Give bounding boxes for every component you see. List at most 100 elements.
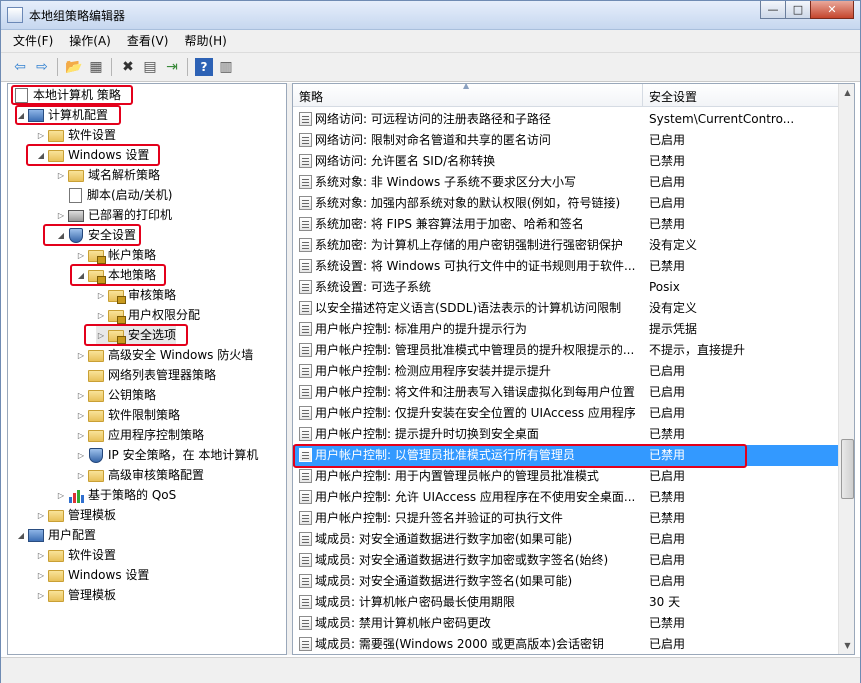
collapsed-triangle-icon[interactable]: ▷ (96, 306, 106, 326)
expanded-triangle-icon[interactable]: ◢ (16, 106, 26, 126)
tree-item-security-settings[interactable]: ◢ 安全设置 (56, 225, 136, 245)
policy-row[interactable]: 系统对象: 非 Windows 子系统不要求区分大小写 已启用 (293, 172, 838, 193)
expanded-triangle-icon[interactable]: ◢ (76, 266, 86, 286)
policy-row[interactable]: 用户帐户控制: 将文件和注册表写入错误虚拟化到每用户位置 已启用 (293, 382, 838, 403)
policy-row[interactable]: 用户帐户控制: 管理员批准模式中管理员的提升权限提示的... 不提示，直接提升 (293, 340, 838, 361)
policy-row[interactable]: 系统对象: 加强内部系统对象的默认权限(例如，符号链接) 已启用 (293, 193, 838, 214)
policy-row[interactable]: 用户帐户控制: 仅提升安装在安全位置的 UIAccess 应用程序 已启用 (293, 403, 838, 424)
policy-row[interactable]: 域成员: 对安全通道数据进行数字加密或数字签名(始终) 已启用 (293, 550, 838, 571)
tree-item-security-options[interactable]: ▷ 安全选项 (96, 325, 177, 346)
collapsed-triangle-icon[interactable]: ▷ (76, 426, 86, 446)
policy-row-selected[interactable]: 用户帐户控制: 以管理员批准模式运行所有管理员 已禁用 (293, 445, 838, 466)
policy-row[interactable]: 用户帐户控制: 只提升签名并验证的可执行文件 已禁用 (293, 508, 838, 529)
scroll-down-icon[interactable]: ▼ (839, 637, 854, 654)
tree-item-account-policies[interactable]: ▷ 帐户策略 (76, 245, 156, 265)
policy-row[interactable]: 用户帐户控制: 用于内置管理员帐户的管理员批准模式 已启用 (293, 466, 838, 487)
menu-file[interactable]: 文件(F) (13, 30, 53, 52)
menu-view[interactable]: 查看(V) (127, 30, 169, 52)
help-icon[interactable]: ? (195, 58, 213, 76)
tree-root[interactable]: 本地计算机 策略 (12, 85, 121, 105)
collapsed-triangle-icon[interactable]: ▷ (36, 546, 46, 566)
collapsed-triangle-icon[interactable]: ▷ (76, 446, 86, 466)
up-level-icon[interactable]: 📂 (65, 58, 83, 76)
policy-row[interactable]: 系统设置: 可选子系统 Posix (293, 277, 838, 298)
collapsed-triangle-icon[interactable]: ▷ (36, 566, 46, 586)
policy-row[interactable]: 用户帐户控制: 检测应用程序安装并提示提升 已启用 (293, 361, 838, 382)
tree-item-windows-settings[interactable]: ◢ Windows 设置 (36, 145, 149, 165)
tree-item-qos[interactable]: ▷ 基于策略的 QoS (56, 485, 176, 505)
policy-row[interactable]: 网络访问: 允许匿名 SID/名称转换 已禁用 (293, 151, 838, 172)
policy-row[interactable]: 域成员: 对安全通道数据进行数字加密(如果可能) 已启用 (293, 529, 838, 550)
tree-item-network-list[interactable]: 网络列表管理器策略 (76, 365, 216, 385)
scroll-thumb[interactable] (841, 439, 854, 499)
collapsed-triangle-icon[interactable]: ▷ (96, 326, 106, 346)
column-divider[interactable] (642, 84, 643, 106)
minimize-button[interactable]: — (760, 1, 786, 19)
back-icon[interactable]: ⇦ (11, 58, 29, 76)
export-list-icon[interactable]: ⇥ (163, 58, 181, 76)
tree-item-user-config[interactable]: ◢ 用户配置 (16, 525, 96, 545)
collapsed-triangle-icon[interactable]: ▷ (56, 206, 66, 226)
policy-row[interactable]: 以安全描述符定义语言(SDDL)语法表示的计算机访问限制 没有定义 (293, 298, 838, 319)
scroll-up-icon[interactable]: ▲ (839, 84, 854, 101)
expanded-triangle-icon[interactable]: ◢ (16, 526, 26, 546)
expanded-triangle-icon[interactable]: ◢ (56, 226, 66, 246)
show-hide-tree-icon[interactable]: ▦ (87, 58, 105, 76)
tree-item-admin-templates[interactable]: ▷ 管理模板 (36, 505, 116, 525)
tree-item-software-restriction[interactable]: ▷ 软件限制策略 (76, 405, 180, 425)
policy-row[interactable]: 域成员: 需要强(Windows 2000 或更高版本)会话密钥 已启用 (293, 634, 838, 654)
tree-item-name-resolution[interactable]: ▷ 域名解析策略 (56, 165, 160, 185)
collapsed-triangle-icon[interactable]: ▷ (56, 486, 66, 506)
tree-item-scripts[interactable]: 脚本(启动/关机) (56, 185, 172, 205)
tree-item-user-rights[interactable]: ▷ 用户权限分配 (96, 305, 200, 325)
policy-row[interactable]: 用户帐户控制: 标准用户的提升提示行为 提示凭据 (293, 319, 838, 340)
forward-icon[interactable]: ⇨ (33, 58, 51, 76)
tree-item-app-control[interactable]: ▷ 应用程序控制策略 (76, 425, 204, 445)
vertical-scrollbar[interactable]: ▲ ▼ (838, 84, 854, 654)
tree-item-printers[interactable]: ▷ 已部署的打印机 (56, 205, 172, 225)
policy-row[interactable]: 用户帐户控制: 提示提升时切换到安全桌面 已禁用 (293, 424, 838, 445)
menu-action[interactable]: 操作(A) (69, 30, 111, 52)
policy-row[interactable]: 域成员: 禁用计算机帐户密码更改 已禁用 (293, 613, 838, 634)
tree-pane[interactable]: 本地计算机 策略 ◢ 计算机配置 ▷ 软件设置 ◢ Windows 设置 ▷ 域名解析策… (7, 83, 287, 655)
collapsed-triangle-icon[interactable]: ▷ (76, 246, 86, 266)
tree-item-local-policies[interactable]: ◢ 本地策略 (76, 265, 156, 285)
tree-item-audit-policy[interactable]: ▷ 审核策略 (96, 285, 176, 305)
policy-row[interactable]: 域成员: 对安全通道数据进行数字签名(如果可能) 已启用 (293, 571, 838, 592)
tree-item-software-settings[interactable]: ▷ 软件设置 (36, 125, 116, 145)
policy-row[interactable]: 系统加密: 为计算机上存储的用户密钥强制进行强密钥保护 没有定义 (293, 235, 838, 256)
policy-row[interactable]: 用户帐户控制: 允许 UIAccess 应用程序在不使用安全桌面... 已禁用 (293, 487, 838, 508)
column-header-policy[interactable]: 策略 (299, 88, 323, 105)
collapsed-triangle-icon[interactable]: ▷ (96, 286, 106, 306)
collapsed-triangle-icon[interactable]: ▷ (76, 386, 86, 406)
collapsed-triangle-icon[interactable]: ▷ (36, 126, 46, 146)
tree-item-computer-config[interactable]: ◢ 计算机配置 (16, 105, 108, 125)
maximize-button[interactable]: □ (785, 1, 811, 19)
menu-help[interactable]: 帮助(H) (184, 30, 226, 52)
collapsed-triangle-icon[interactable]: ▷ (36, 506, 46, 526)
tree-item-user-admin-templates[interactable]: ▷ 管理模板 (36, 585, 116, 605)
policy-row[interactable]: 域成员: 计算机帐户密码最长使用期限 30 天 (293, 592, 838, 613)
policy-list-pane[interactable]: ▲ 策略 安全设置 网络访问: 可远程访问的注册表路径和子路径 System\Cu… (292, 83, 855, 655)
tree-item-ip-security[interactable]: ▷ IP 安全策略，在 本地计算机 (76, 445, 258, 465)
title-bar[interactable]: 本地组策略编辑器 — □ ✕ (1, 1, 860, 30)
view-icon[interactable]: ▥ (217, 58, 235, 76)
tree-item-user-software-settings[interactable]: ▷ 软件设置 (36, 545, 116, 565)
tree-item-public-key[interactable]: ▷ 公钥策略 (76, 385, 156, 405)
tree-item-user-windows-settings[interactable]: ▷ Windows 设置 (36, 565, 149, 585)
collapsed-triangle-icon[interactable]: ▷ (76, 346, 86, 366)
close-button[interactable]: ✕ (810, 1, 854, 19)
collapsed-triangle-icon[interactable]: ▷ (56, 166, 66, 186)
policy-row[interactable]: 网络访问: 限制对命名管道和共享的匿名访问 已启用 (293, 130, 838, 151)
collapsed-triangle-icon[interactable]: ▷ (76, 406, 86, 426)
delete-icon[interactable]: ✖ (119, 58, 137, 76)
collapsed-triangle-icon[interactable]: ▷ (76, 466, 86, 486)
policy-row[interactable]: 系统设置: 将 Windows 可执行文件中的证书规则用于软件... 已禁用 (293, 256, 838, 277)
collapsed-triangle-icon[interactable]: ▷ (36, 586, 46, 606)
tree-item-firewall[interactable]: ▷ 高级安全 Windows 防火墙 (76, 345, 253, 365)
column-header-setting[interactable]: 安全设置 (649, 88, 697, 105)
properties-icon[interactable]: ▤ (141, 58, 159, 76)
tree-item-advanced-audit[interactable]: ▷ 高级审核策略配置 (76, 465, 204, 485)
policy-row[interactable]: 网络访问: 可远程访问的注册表路径和子路径 System\CurrentContr… (293, 109, 838, 130)
expanded-triangle-icon[interactable]: ◢ (36, 146, 46, 166)
